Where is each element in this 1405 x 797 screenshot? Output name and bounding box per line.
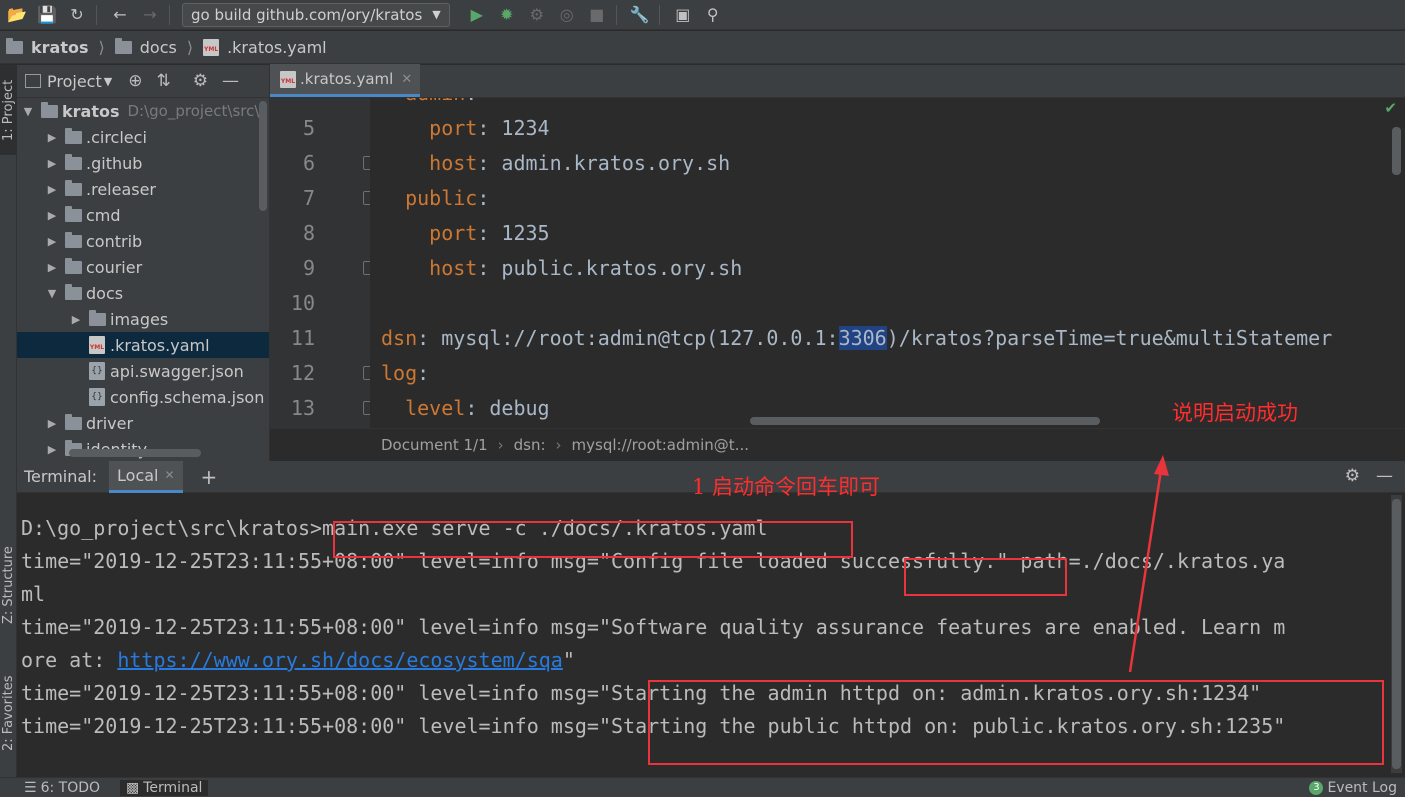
annotation-arrow: [1128, 455, 1169, 673]
ide-window: 📂 💾 ↻ ← → go build github.com/ory/kratos…: [0, 0, 1405, 797]
